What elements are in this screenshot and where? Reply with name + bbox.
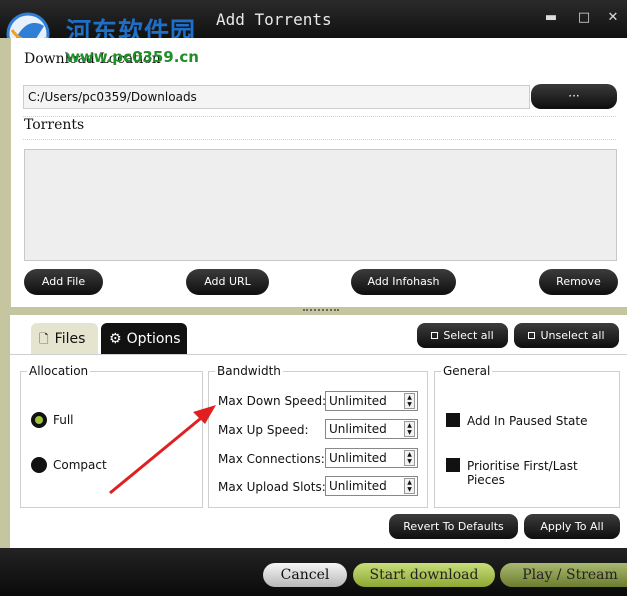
- title-bar: 河东软件园 Add Torrents ▬ □ ✕: [0, 0, 627, 56]
- spinner-arrows-icon[interactable]: ▲ ▼: [404, 393, 415, 409]
- torrent-list[interactable]: [24, 149, 617, 261]
- add-url-button[interactable]: Add URL: [186, 269, 269, 295]
- general-title: General: [441, 364, 493, 378]
- add-torrents-panel: Download Location C:/Users/pc0359/Downlo…: [10, 38, 627, 307]
- select-all-button[interactable]: Select all: [417, 323, 508, 348]
- apply-all-button[interactable]: Apply To All: [524, 514, 620, 539]
- add-file-button[interactable]: Add File: [24, 269, 103, 295]
- max-up-speed-label: Max Up Speed:: [218, 423, 309, 437]
- file-icon: 🗋: [39, 332, 49, 346]
- panel-splitter[interactable]: [10, 307, 627, 315]
- divider: [23, 139, 616, 140]
- maximize-button[interactable]: □: [575, 9, 593, 27]
- max-upload-slots-label: Max Upload Slots:: [218, 480, 326, 494]
- checkbox-icon: [528, 332, 536, 339]
- tab-files-label: Files: [54, 331, 86, 347]
- paused-state-checkbox[interactable]: [446, 413, 460, 427]
- general-group: General Add In Paused State Prioritise F…: [434, 364, 620, 508]
- spinner-arrows-icon[interactable]: ▲ ▼: [404, 478, 415, 494]
- download-path-field[interactable]: C:/Users/pc0359/Downloads: [23, 85, 530, 109]
- radio-compact[interactable]: [31, 457, 47, 473]
- watermark-url: www.pc0359.cn: [66, 48, 199, 66]
- max-up-speed-input[interactable]: Unlimited ▲ ▼: [325, 419, 418, 439]
- divider: [23, 116, 616, 117]
- radio-compact-label: Compact: [53, 458, 107, 472]
- tab-options[interactable]: ⚙ Options: [101, 323, 187, 355]
- unselect-all-button[interactable]: Unselect all: [514, 323, 619, 348]
- bandwidth-group: Bandwidth Max Down Speed: Unlimited ▲ ▼ Ma…: [208, 364, 428, 508]
- play-stream-button[interactable]: Play / Stream: [500, 563, 627, 587]
- browse-button[interactable]: ···: [531, 84, 617, 109]
- torrents-label: Torrents: [24, 117, 85, 133]
- max-down-speed-input[interactable]: Unlimited ▲ ▼: [325, 391, 418, 411]
- max-connections-value: Unlimited: [329, 451, 387, 465]
- footer-bar: Cancel Start download Play / Stream: [0, 548, 627, 596]
- spinner-arrows-icon[interactable]: ▲ ▼: [404, 450, 415, 466]
- close-button[interactable]: ✕: [604, 9, 622, 27]
- tab-files[interactable]: 🗋 Files: [31, 323, 98, 355]
- add-infohash-button[interactable]: Add Infohash: [351, 269, 456, 295]
- radio-full[interactable]: [31, 412, 47, 428]
- unselect-all-label: Unselect all: [540, 329, 605, 342]
- radio-full-label: Full: [53, 413, 74, 427]
- paused-state-label: Add In Paused State: [467, 414, 588, 428]
- prioritise-pieces-label: Prioritise First/Last Pieces: [467, 459, 578, 487]
- max-down-speed-label: Max Down Speed:: [218, 394, 327, 408]
- left-border: [0, 38, 10, 548]
- gear-icon: ⚙: [109, 331, 122, 347]
- max-connections-input[interactable]: Unlimited ▲ ▼: [325, 448, 418, 468]
- prioritise-pieces-checkbox[interactable]: [446, 458, 460, 472]
- bandwidth-title: Bandwidth: [215, 364, 283, 378]
- remove-button[interactable]: Remove: [539, 269, 618, 295]
- tab-options-label: Options: [126, 331, 181, 347]
- tab-strip: [10, 354, 627, 355]
- max-upload-slots-input[interactable]: Unlimited ▲ ▼: [325, 476, 418, 496]
- allocation-group: Allocation Full Compact: [20, 364, 203, 508]
- minimize-button[interactable]: ▬: [542, 9, 560, 27]
- revert-defaults-button[interactable]: Revert To Defaults: [389, 514, 518, 539]
- options-panel: 🗋 Files ⚙ Options Select all Unselect all …: [10, 315, 627, 548]
- max-down-speed-value: Unlimited: [329, 394, 387, 408]
- max-upload-slots-value: Unlimited: [329, 479, 387, 493]
- spinner-arrows-icon[interactable]: ▲ ▼: [404, 421, 415, 437]
- cancel-button[interactable]: Cancel: [263, 563, 347, 587]
- max-up-speed-value: Unlimited: [329, 422, 387, 436]
- window-title: Add Torrents: [216, 10, 332, 29]
- allocation-title: Allocation: [27, 364, 91, 378]
- splitter-grip-icon: [303, 309, 339, 313]
- checkbox-icon: [431, 332, 439, 339]
- max-connections-label: Max Connections:: [218, 452, 325, 466]
- select-all-label: Select all: [443, 329, 494, 342]
- start-download-button[interactable]: Start download: [353, 563, 495, 587]
